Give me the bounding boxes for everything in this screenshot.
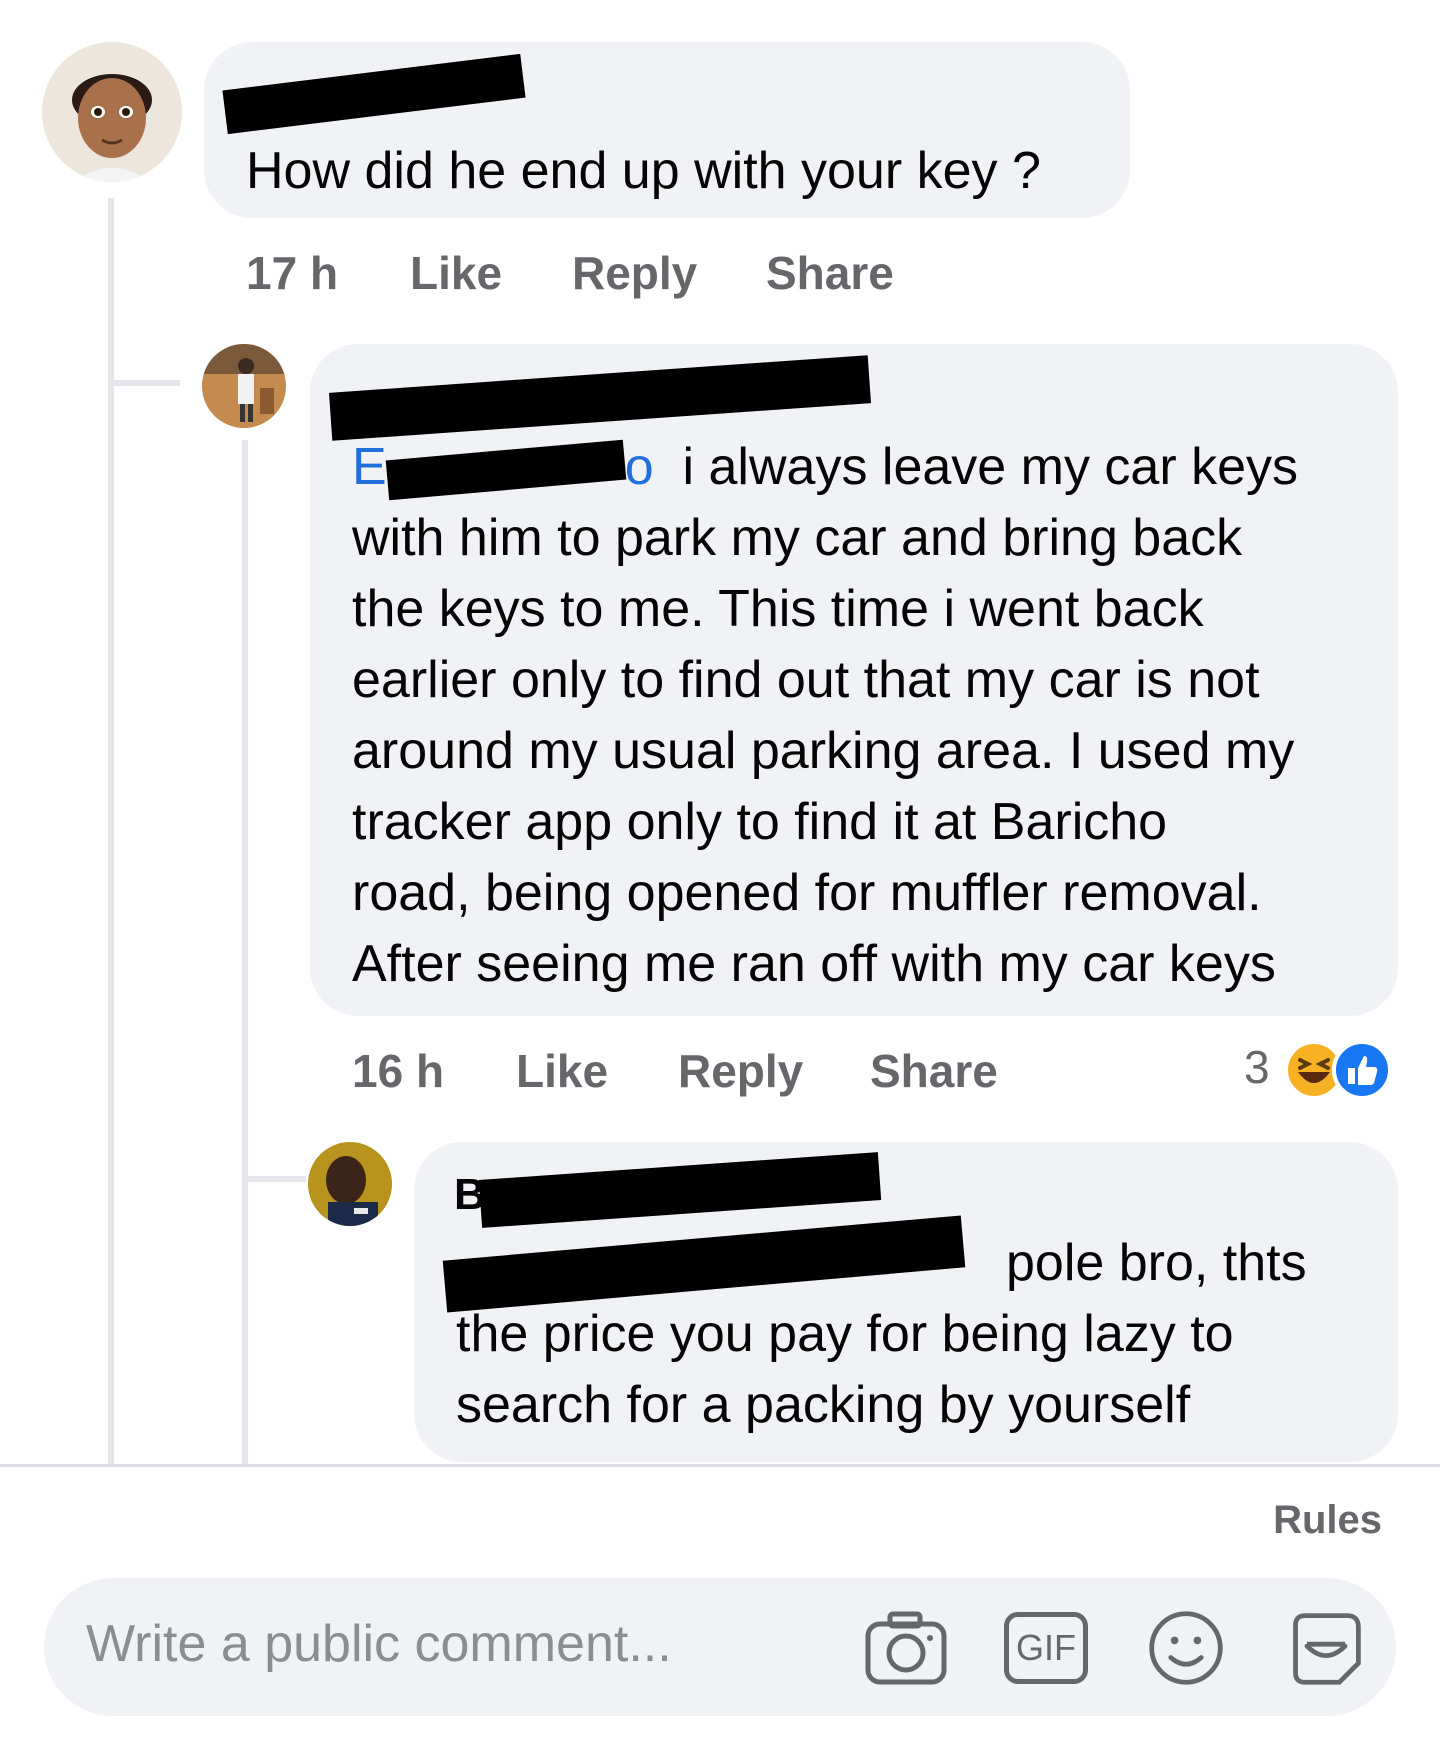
emoji-icon[interactable]	[1144, 1608, 1228, 1688]
comment-body: Eo i always leave my car keys with him t…	[352, 432, 1382, 1000]
mention-link[interactable]: E	[352, 438, 387, 496]
timestamp[interactable]: 17 h	[246, 246, 338, 300]
composer-divider	[0, 1464, 1440, 1467]
comment-line: tracker app only to find it at Baricho	[352, 793, 1168, 851]
comment-bubble-3: B pole bro, thts the price you pay for b…	[414, 1142, 1398, 1462]
thread-connector-2	[242, 1176, 306, 1182]
comment-bubble-2: Eo i always leave my car keys with him t…	[310, 344, 1398, 1016]
comment-line: search for a packing by yourself	[456, 1376, 1191, 1434]
comment-body: pole bro, thts the price you pay for bei…	[456, 1228, 1307, 1441]
comment-line: road, being opened for muffler removal.	[352, 864, 1262, 922]
thread-line-main	[108, 198, 114, 1466]
gif-label: GIF	[1016, 1627, 1076, 1668]
comment-line: Eo i always leave my car keys	[352, 432, 1382, 503]
comment-line: with him to park my car and bring back	[352, 509, 1243, 567]
camera-icon[interactable]	[864, 1608, 948, 1688]
rules-link[interactable]: Rules	[1273, 1498, 1382, 1543]
comment-line: pole bro, thts	[1006, 1234, 1307, 1292]
like-button[interactable]: Like	[410, 246, 502, 300]
redacted-author-name	[478, 1152, 882, 1228]
comment-line: After seeing me ran off with my car keys	[352, 935, 1276, 993]
thread-connector-1	[108, 380, 180, 386]
comment-text: How did he end up with your key ?	[246, 142, 1041, 200]
comment-line: the keys to me. This time i went back	[352, 580, 1204, 638]
redacted-mention	[385, 439, 626, 501]
reply-button[interactable]: Reply	[678, 1044, 803, 1098]
redacted-author-name	[222, 53, 526, 135]
avatar-commenter-1[interactable]	[42, 42, 182, 182]
timestamp[interactable]: 16 h	[352, 1044, 444, 1098]
like-icon	[1332, 1040, 1392, 1100]
comment-bubble-1: How did he end up with your key ?	[204, 42, 1130, 218]
comment-line: earlier only to find out that my car is …	[352, 651, 1260, 709]
like-button[interactable]: Like	[516, 1044, 608, 1098]
mention-link-tail[interactable]: o	[625, 438, 654, 496]
share-button[interactable]: Share	[870, 1044, 998, 1098]
redacted-author-name	[328, 355, 872, 441]
avatar-commenter-2[interactable]	[202, 344, 286, 428]
reply-button[interactable]: Reply	[572, 246, 697, 300]
comment-line: around my usual parking area. I used my	[352, 722, 1295, 780]
comment-composer[interactable]: Write a public comment... GIF	[44, 1578, 1396, 1716]
avatar-commenter-3[interactable]	[308, 1142, 392, 1226]
gif-icon[interactable]: GIF	[1004, 1612, 1088, 1684]
share-button[interactable]: Share	[766, 246, 894, 300]
comment-line: i always leave my car keys	[682, 438, 1299, 496]
comment-input[interactable]: Write a public comment...	[86, 1614, 672, 1674]
reaction-count: 3	[1244, 1041, 1270, 1093]
comment-line: the price you pay for being lazy to	[456, 1305, 1234, 1363]
sticker-icon[interactable]	[1284, 1608, 1368, 1688]
thread-line-nested	[242, 440, 248, 1466]
